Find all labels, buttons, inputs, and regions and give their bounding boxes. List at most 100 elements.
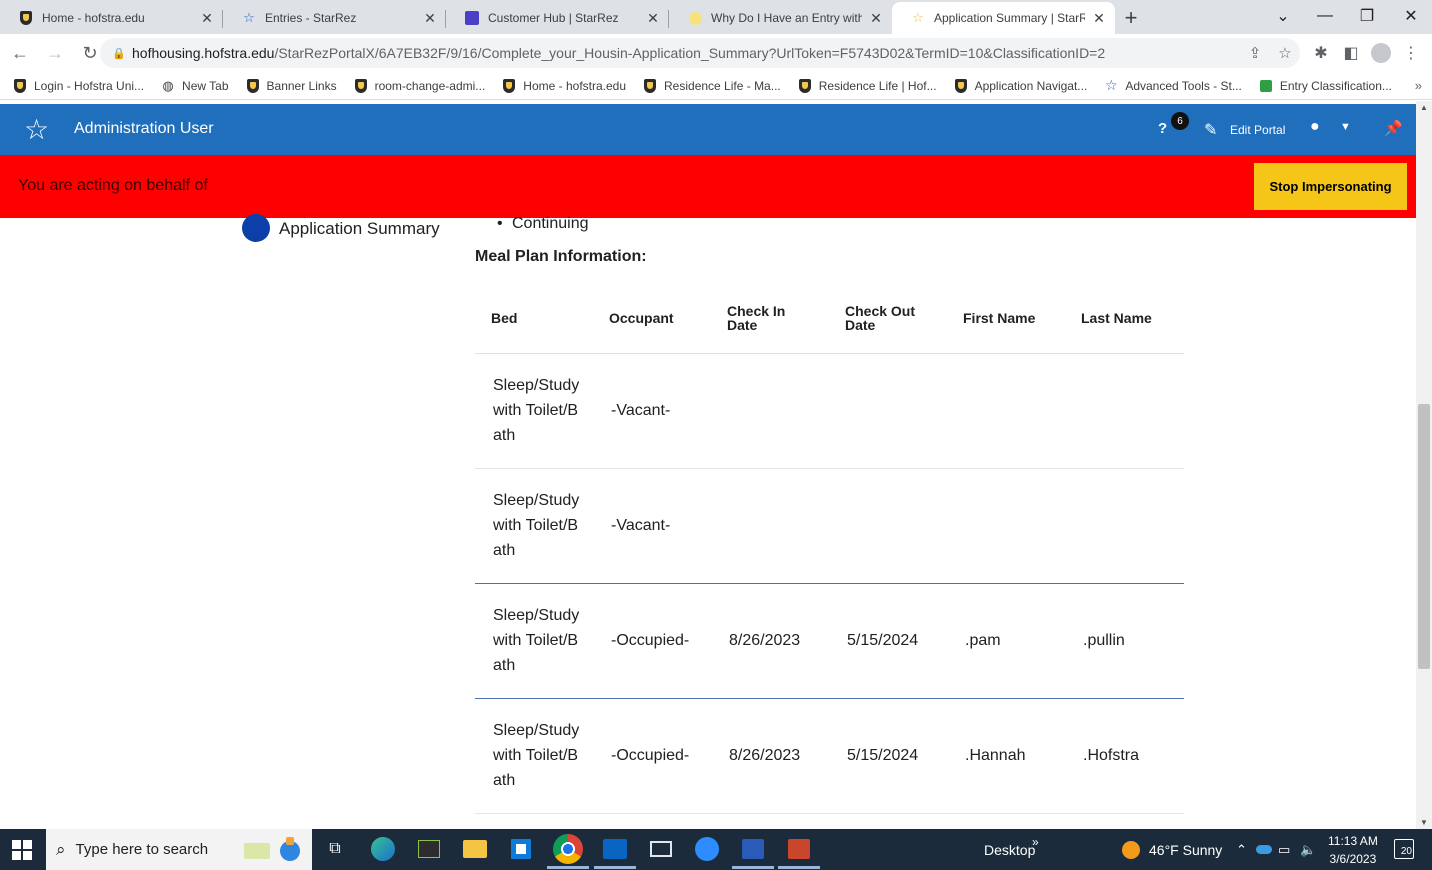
page-scrollbar[interactable]: ▲ ▼ xyxy=(1416,101,1432,829)
show-hidden-icons-icon[interactable]: ⌃ xyxy=(1236,829,1247,870)
file-explorer-icon[interactable] xyxy=(460,834,490,864)
globe-icon: ◍ xyxy=(162,77,174,93)
browser-toolbar: ← → ↻ 🔒 hofhousing.hofstra.edu/StarRezPo… xyxy=(0,34,1432,72)
tab-search-chevron-icon[interactable]: ⌄ xyxy=(1262,0,1304,32)
bookmark-item[interactable]: Banner Links xyxy=(245,78,337,94)
classification-icon xyxy=(1258,78,1274,94)
tab-application-summary[interactable]: ☆ Application Summary | StarRez P ✕ xyxy=(892,2,1115,34)
pencil-icon[interactable]: ✎ xyxy=(1204,120,1217,140)
chrome-browser-icon[interactable] xyxy=(547,834,589,869)
check-in-cell: 8/26/2023 xyxy=(711,698,829,814)
windows-start-icon[interactable] xyxy=(12,840,32,860)
close-tab-icon[interactable]: ✕ xyxy=(868,10,884,26)
bookmark-item[interactable]: room-change-admi... xyxy=(353,78,485,94)
scrollbar-thumb[interactable] xyxy=(1418,404,1430,669)
bed-cell: Sleep/Study with Toilet/Bath xyxy=(475,698,593,814)
impersonation-message: You are acting on behalf of xyxy=(18,177,208,194)
url-text[interactable]: hofhousing.hofstra.edu/StarRezPortalX/6A… xyxy=(132,45,1240,61)
step-label-application-summary[interactable]: Application Summary xyxy=(279,219,440,239)
back-arrow-icon[interactable]: ← xyxy=(5,38,35,68)
hofstra-shield-icon xyxy=(12,78,28,94)
portal-top-nav: ☆ Administration User ? 6 ✎ Edit Portal … xyxy=(0,104,1416,155)
header-last-name: Last Name xyxy=(1065,284,1184,354)
stop-impersonating-button[interactable]: Stop Impersonating xyxy=(1254,163,1407,210)
admin-user-name: Administration User xyxy=(74,120,214,137)
table-row: Sleep/Study with Toilet/Bath -Occupied- … xyxy=(475,698,1184,814)
hofstra-shield-icon xyxy=(18,10,34,26)
tab-why-entry[interactable]: Why Do I Have an Entry with a Re ✕ xyxy=(669,2,892,34)
close-tab-icon[interactable]: ✕ xyxy=(1091,10,1107,26)
bookmark-item[interactable]: ☆ Advanced Tools - St... xyxy=(1103,77,1242,94)
edge-browser-icon[interactable] xyxy=(368,834,398,864)
desktop-toolbar-expand-icon[interactable]: » xyxy=(1032,821,1039,862)
taskbar-search-box[interactable]: ⌕ Type here to search xyxy=(46,829,312,870)
meal-plan-heading: Meal Plan Information: xyxy=(475,248,647,265)
browser-tab-strip: Home - hofstra.edu ✕ ☆ Entries - StarRez… xyxy=(0,0,1432,34)
bookmark-item[interactable]: Login - Hofstra Uni... xyxy=(12,78,144,94)
starrez-logo-icon[interactable]: ☆ xyxy=(24,116,52,144)
table-row: Sleep/Study with Toilet/Bath -Vacant- xyxy=(475,468,1184,584)
hofstra-shield-icon xyxy=(353,78,369,94)
system-clock[interactable]: 11:13 AM 3/6/2023 xyxy=(1328,832,1378,868)
close-tab-icon[interactable]: ✕ xyxy=(645,10,661,26)
bed-occupancy-table: Bed Occupant Check In Date Check Out Date … xyxy=(475,284,1184,814)
windows-taskbar: ⌕ Type here to search ⧉ Desktop » 46°F S… xyxy=(0,829,1432,870)
address-bar[interactable]: 🔒 hofhousing.hofstra.edu/StarRezPortalX/… xyxy=(100,38,1300,68)
outlook-icon[interactable] xyxy=(594,834,636,869)
hofstra-shield-icon xyxy=(501,78,517,94)
user-icon[interactable]: ● xyxy=(1310,118,1320,136)
table-row: Sleep/Study with Toilet/Bath -Vacant- xyxy=(475,353,1184,469)
check-out-cell: 5/15/2024 xyxy=(829,583,947,699)
powerpoint-icon[interactable] xyxy=(778,834,820,869)
scroll-up-arrow-icon[interactable]: ▲ xyxy=(1420,103,1428,112)
network-icon[interactable]: ▭ xyxy=(1278,829,1290,870)
action-center-icon[interactable]: 20 xyxy=(1394,839,1414,859)
close-tab-icon[interactable]: ✕ xyxy=(422,10,438,26)
profile-avatar-icon[interactable] xyxy=(1366,38,1396,68)
new-tab-button[interactable]: + xyxy=(1115,2,1147,34)
minimize-button[interactable]: — xyxy=(1304,0,1346,32)
scroll-down-arrow-icon[interactable]: ▼ xyxy=(1420,818,1428,827)
extensions-puzzle-icon[interactable]: ✱ xyxy=(1306,38,1336,68)
help-icon[interactable]: ? xyxy=(1158,120,1167,137)
word-icon[interactable] xyxy=(732,834,774,869)
bookmark-item[interactable]: ◍ New Tab xyxy=(160,78,228,94)
bookmark-item[interactable]: Application Navigat... xyxy=(953,78,1087,94)
weather-widget[interactable]: 46°F Sunny xyxy=(1122,829,1222,870)
bookmark-star-icon[interactable]: ☆ xyxy=(1270,44,1300,62)
browser-menu-icon[interactable]: ⋮ xyxy=(1396,38,1426,68)
hofstra-shield-icon xyxy=(953,78,969,94)
last-name-cell: .pullin xyxy=(1065,583,1184,699)
tab-entries-starrez[interactable]: ☆ Entries - StarRez ✕ xyxy=(223,2,446,34)
bookmark-item[interactable]: Home - hofstra.edu xyxy=(501,78,626,94)
onedrive-cloud-icon[interactable] xyxy=(1256,829,1272,870)
remote-desktop-icon[interactable] xyxy=(646,834,676,864)
header-check-in: Check In Date xyxy=(711,284,829,354)
search-highlight-illustration-icon xyxy=(244,837,300,861)
restore-button[interactable]: ❐ xyxy=(1346,0,1388,32)
bookmarks-more-icon[interactable]: » xyxy=(1415,78,1422,93)
close-tab-icon[interactable]: ✕ xyxy=(199,10,215,26)
sun-icon xyxy=(1122,840,1140,859)
edit-portal-link[interactable]: Edit Portal xyxy=(1230,123,1285,137)
task-view-icon[interactable]: ⧉ xyxy=(320,834,350,864)
bookmark-item[interactable]: Residence Life - Ma... xyxy=(642,78,781,94)
zoom-icon[interactable] xyxy=(692,834,722,864)
caret-down-icon[interactable]: ▼ xyxy=(1340,121,1351,133)
lock-icon[interactable]: 🔒 xyxy=(112,47,126,60)
tab-home-hofstra[interactable]: Home - hofstra.edu ✕ xyxy=(0,2,223,34)
share-icon[interactable]: ⇪ xyxy=(1240,44,1270,62)
pin-icon[interactable]: 📌 xyxy=(1384,119,1403,137)
close-window-button[interactable]: ✕ xyxy=(1390,0,1432,32)
desktop-toolbar-label[interactable]: Desktop xyxy=(984,829,1035,870)
terminal-app-icon[interactable] xyxy=(414,834,444,864)
bookmark-item[interactable]: Entry Classification... xyxy=(1258,78,1392,94)
microsoft-store-icon[interactable] xyxy=(506,834,536,864)
starrez-star-icon: ☆ xyxy=(912,10,924,25)
side-panel-icon[interactable]: ◧ xyxy=(1336,38,1366,68)
tab-title: Customer Hub | StarRez xyxy=(488,11,619,25)
forward-arrow-icon[interactable]: → xyxy=(40,38,70,68)
tab-customer-hub[interactable]: Customer Hub | StarRez ✕ xyxy=(446,2,669,34)
volume-icon[interactable]: 🔈 xyxy=(1300,829,1316,870)
bookmark-item[interactable]: Residence Life | Hof... xyxy=(797,78,937,94)
